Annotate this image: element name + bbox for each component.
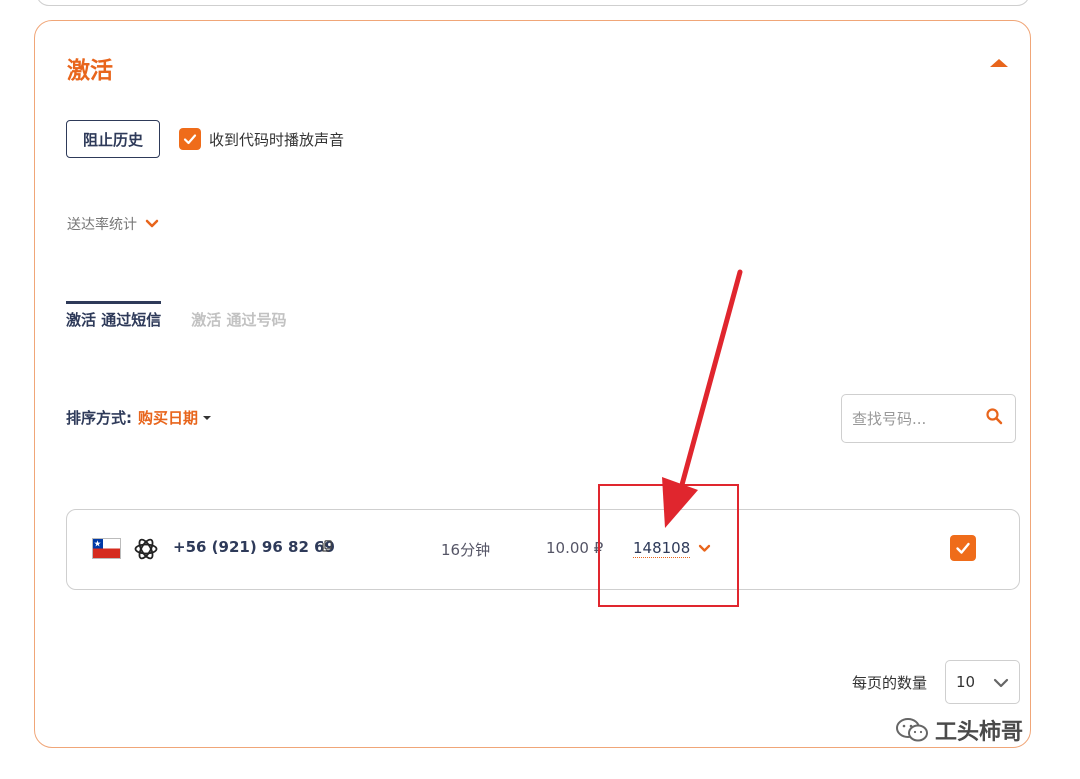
search-input[interactable] <box>852 407 972 431</box>
openai-icon <box>134 538 158 560</box>
play-sound-label: 收到代码时播放声音 <box>209 130 345 149</box>
sms-code[interactable]: 148108 <box>633 539 691 558</box>
remaining-time: 16分钟 <box>441 541 491 559</box>
chile-flag-icon <box>92 538 121 559</box>
number-row: +56 (921) 96 82 69 16分钟 10.00 ₽ 148108 <box>66 509 1020 590</box>
delivery-stats-toggle[interactable]: 送达率统计 <box>67 214 159 234</box>
watermark: 工头柿哥 <box>895 714 1023 746</box>
wechat-icon <box>896 718 928 742</box>
collapse-caret-icon[interactable] <box>990 59 1008 67</box>
chevron-down-icon <box>993 678 1009 688</box>
play-sound-checkbox[interactable] <box>179 128 201 150</box>
activation-tabs: 激活 通过短信 激活 通过号码 <box>66 301 286 335</box>
chevron-down-icon[interactable] <box>698 544 711 553</box>
search-icon[interactable] <box>985 407 1003 425</box>
block-history-button[interactable]: 阻止历史 <box>66 120 160 158</box>
sort-control: 排序方式: 购买日期 <box>66 407 212 428</box>
activation-panel: 激活 阻止历史 收到代码时播放声音 送达率统计 激活 通过短信 激活 通过号码 … <box>34 20 1031 748</box>
delivery-stats-label: 送达率统计 <box>67 217 137 233</box>
copy-icon[interactable] <box>322 540 332 552</box>
checkmark-icon <box>956 542 970 554</box>
price: 10.00 ₽ <box>546 539 604 557</box>
page-size-select[interactable]: 10 <box>945 660 1020 704</box>
sort-dropdown[interactable]: 购买日期 <box>138 407 198 428</box>
page-size-value: 10 <box>956 673 976 691</box>
phone-number[interactable]: +56 (921) 96 82 69 <box>173 538 335 556</box>
play-sound-toggle[interactable]: 收到代码时播放声音 <box>179 128 344 150</box>
sort-label: 排序方式: <box>66 409 132 427</box>
caret-down-icon[interactable] <box>203 415 212 420</box>
tab-sms-activation[interactable]: 激活 通过短信 <box>66 301 162 335</box>
watermark-text: 工头柿哥 <box>935 720 1024 745</box>
chevron-down-icon <box>145 219 159 228</box>
search-field[interactable] <box>841 394 1016 443</box>
checkmark-icon <box>183 134 197 145</box>
previous-card <box>36 0 1030 6</box>
complete-checkbox[interactable] <box>950 535 976 561</box>
tab-number-activation[interactable]: 激活 通过号码 <box>191 301 286 335</box>
page-size-label: 每页的数量 <box>852 674 928 692</box>
panel-title: 激活 <box>67 58 113 84</box>
